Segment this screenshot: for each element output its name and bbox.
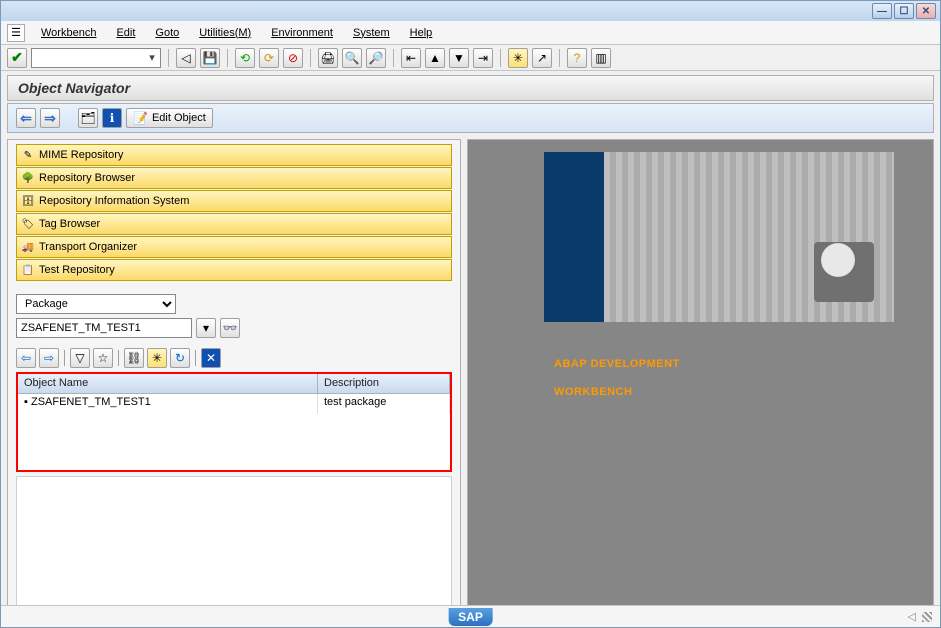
tree-cell-name: ZSAFENET_TM_TEST1 [31,396,151,408]
dropdown-icon[interactable]: ▾ [144,51,160,64]
next-object-icon[interactable]: ⇨ [39,348,59,368]
expand-all-icon[interactable]: ✳ [147,348,167,368]
col-object-name[interactable]: Object Name [18,374,318,393]
enter-icon[interactable]: ✔ [7,48,27,68]
print-icon[interactable]: 🖨 [318,48,338,68]
title-bar: — ☐ ✕ [1,1,940,21]
edit-object-label: Edit Object [152,112,206,124]
menu-workbench[interactable]: Workbench [31,24,106,42]
object-type-select[interactable]: Package [16,294,176,314]
menu-edit[interactable]: Edit [106,24,145,42]
app-menu-icon[interactable]: ☰ [7,24,25,42]
help-icon[interactable]: ? [567,48,587,68]
menu-bar: ☰ Workbench Edit Goto Utilities(M) Envir… [1,21,940,45]
nav-repository-browser[interactable]: 🌳 Repository Browser [16,167,452,189]
nav-back-icon[interactable]: ⇐ [16,108,36,128]
edit-object-icon[interactable]: 📝Edit Object [126,108,213,128]
tree-row[interactable]: ▪ ZSAFENET_TM_TEST1 test package [18,394,450,414]
exit-icon[interactable]: ⟳ [259,48,279,68]
nav-transport-organizer[interactable]: 🚚 Transport Organizer [16,236,452,258]
menu-system[interactable]: System [343,24,400,42]
favorites-icon[interactable]: ☆ [93,348,113,368]
sap-logo: SAP [448,608,493,626]
content-area: ✎ MIME Repository 🌳 Repository Browser 🗄 Re… [1,133,940,628]
object-name-input[interactable] [16,318,192,338]
find-next-icon[interactable]: 🔎 [366,48,386,68]
hero-title: ABAP DEVELOPMENTWORKBENCH [554,346,680,401]
dropdown-button[interactable]: ▾ [196,318,216,338]
back-green-icon[interactable]: ⟲ [235,48,255,68]
menu-help[interactable]: Help [400,24,443,42]
cancel-icon[interactable]: ⊘ [283,48,303,68]
bullet-icon: ▪ [24,396,31,408]
tag-icon: 🏷 [21,217,35,231]
hero-image [544,152,894,322]
nav-forward-icon[interactable]: ⇒ [40,108,60,128]
resize-grip-icon[interactable] [922,612,932,622]
nav-item-label: MIME Repository [39,149,123,161]
command-field[interactable]: ▾ [31,48,161,68]
back-icon[interactable]: ◁ [176,48,196,68]
last-page-icon[interactable]: ⇥ [473,48,493,68]
close-tree-icon[interactable]: ✕ [201,348,221,368]
col-description[interactable]: Description [318,374,450,393]
maximize-button[interactable]: ☐ [894,3,914,19]
nav-item-label: Repository Browser [39,172,135,184]
nav-repository-info-system[interactable]: 🗄 Repository Information System [16,190,452,212]
close-button[interactable]: ✕ [916,3,936,19]
display-icon[interactable]: ℹ [102,108,122,128]
nav-item-label: Test Repository [39,264,115,276]
nav-item-label: Transport Organizer [39,241,137,253]
prev-object-icon[interactable]: ⇦ [16,348,36,368]
nav-item-label: Repository Information System [39,195,189,207]
where-used-icon[interactable]: ⛓ [124,348,144,368]
menu-environment[interactable]: Environment [261,24,343,42]
new-session-icon[interactable]: ✳ [508,48,528,68]
nav-tag-browser[interactable]: 🏷 Tag Browser [16,213,452,235]
first-page-icon[interactable]: ⇤ [401,48,421,68]
truck-icon: 🚚 [21,240,35,254]
preview-pane: ABAP DEVELOPMENTWORKBENCH [467,139,934,628]
layout-icon[interactable]: ▥ [591,48,611,68]
nav-test-repository[interactable]: 📋 Test Repository [16,259,452,281]
object-tree: Object Name Description ▪ ZSAFENET_TM_TE… [16,372,452,472]
next-page-icon[interactable]: ▼ [449,48,469,68]
navigator-pane: ✎ MIME Repository 🌳 Repository Browser 🗄 Re… [7,139,461,628]
tree-icon: 🌳 [21,171,35,185]
menu-goto[interactable]: Goto [145,24,189,42]
info-tree-icon: 🗄 [21,194,35,208]
form-icon: 📋 [21,263,35,277]
nav-item-label: Tag Browser [39,218,100,230]
tree-cell-desc: test package [318,394,450,414]
minimize-button[interactable]: — [872,3,892,19]
shortcut-icon[interactable]: ↗ [532,48,552,68]
status-bar: SAP ◁ [1,605,940,627]
standard-toolbar: ✔ ▾ ◁ 💾 ⟲ ⟳ ⊘ 🖨 🔍 🔎 ⇤ ▲ ▼ ⇥ ✳ ↗ ? ▥ [1,45,940,71]
tree-toolbar: ⇦ ⇨ ▽ ☆ ⛓ ✳ ↻ ✕ [16,348,452,368]
app-window: — ☐ ✕ ☰ Workbench Edit Goto Utilities(M)… [0,0,941,628]
superord-icon[interactable]: ▽ [70,348,90,368]
find-icon[interactable]: 🔍 [342,48,362,68]
prev-page-icon[interactable]: ▲ [425,48,445,68]
tree-header: Object Name Description [18,374,450,394]
refresh-icon[interactable]: ↻ [170,348,190,368]
status-collapse-icon[interactable]: ◁ [908,610,916,623]
page-title: Object Navigator [7,75,934,101]
save-icon[interactable]: 💾 [200,48,220,68]
app-toolbar: ⇐ ⇒ 🗂 ℹ 📝Edit Object [7,103,934,133]
display-glasses-icon[interactable]: 👓 [220,318,240,338]
pencil-icon: ✎ [21,148,35,162]
menu-utilities[interactable]: Utilities(M) [189,24,261,42]
other-object-icon[interactable]: 🗂 [78,108,98,128]
nav-mime-repository[interactable]: ✎ MIME Repository [16,144,452,166]
